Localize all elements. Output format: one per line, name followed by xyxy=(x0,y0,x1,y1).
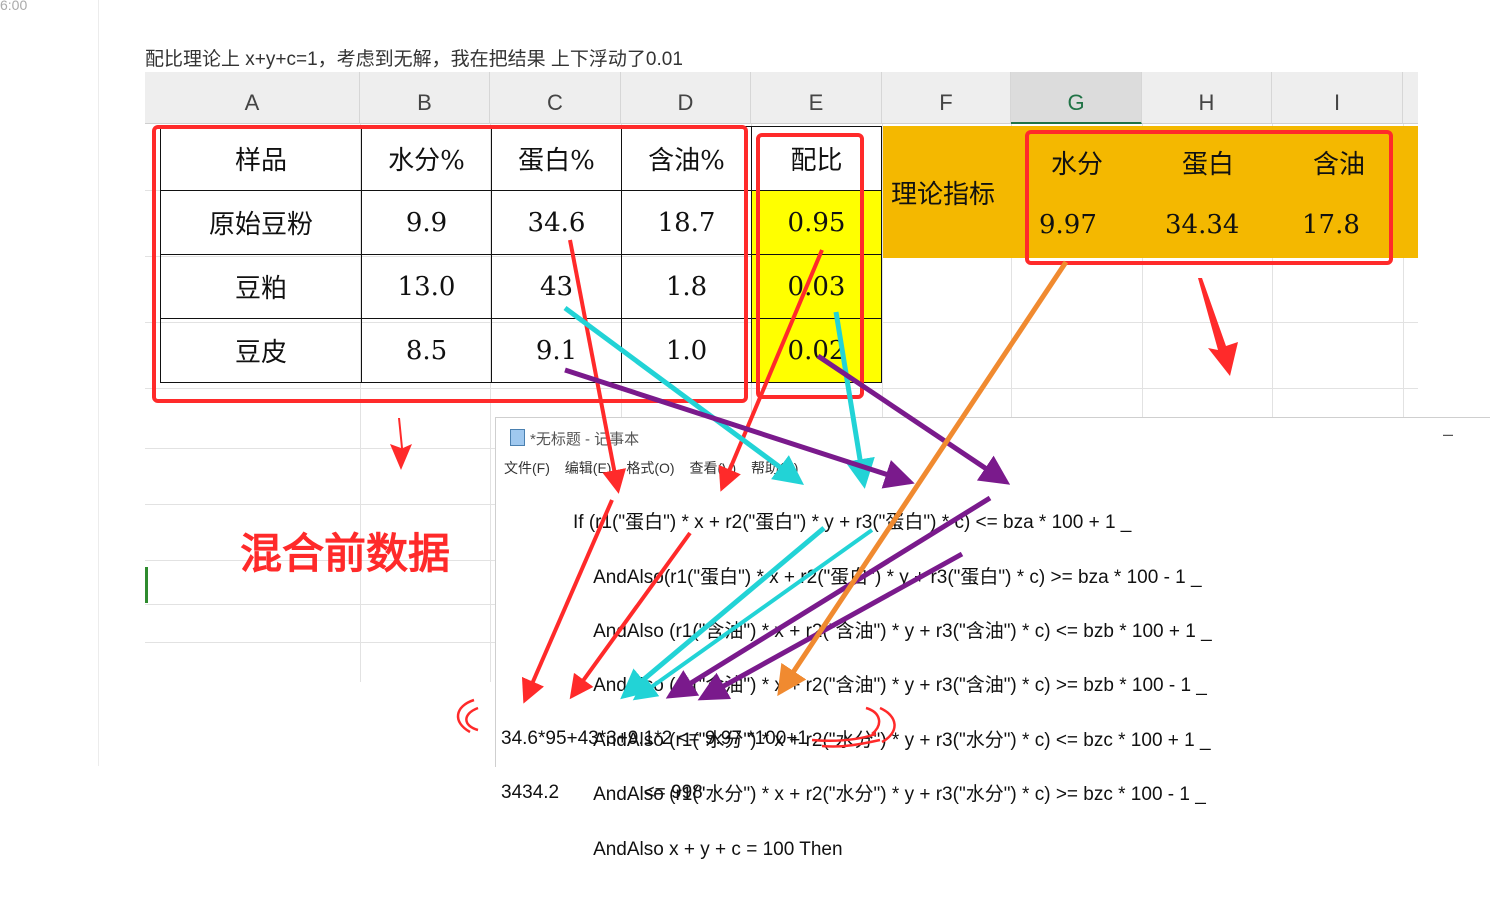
arrow-red xyxy=(568,239,627,494)
scribble-right xyxy=(811,706,896,748)
down-arrow-left-icon xyxy=(390,418,412,470)
arrow-purple xyxy=(564,367,915,489)
arrow-purple xyxy=(665,495,992,699)
arrow-orange xyxy=(777,260,1069,697)
calc-line: 3434.2 <= 998 xyxy=(501,782,703,803)
arrow-purple xyxy=(697,551,964,701)
annotation-overlay xyxy=(390,239,1238,748)
arrow-red xyxy=(521,499,614,704)
arrow-cyan xyxy=(632,528,874,701)
arrow-red xyxy=(718,249,824,492)
scribble-left xyxy=(456,698,479,734)
down-arrow-right-icon xyxy=(1198,278,1238,376)
